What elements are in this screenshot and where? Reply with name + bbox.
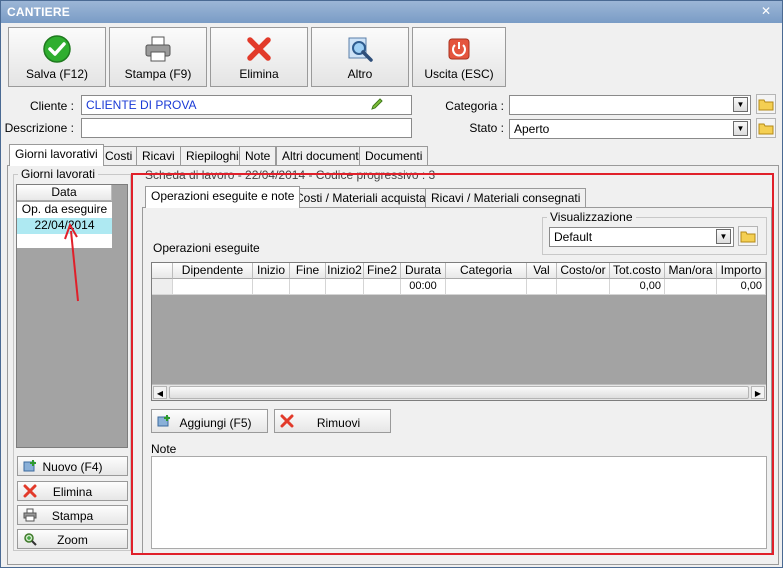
tab-documenti[interactable]: Documenti bbox=[359, 146, 429, 166]
tab-riepiloghi[interactable]: Riepiloghi bbox=[180, 146, 245, 166]
chevron-down-icon[interactable]: ▼ bbox=[733, 121, 748, 136]
new-day-label: Nuovo (F4) bbox=[42, 460, 103, 474]
other-label: Altro bbox=[347, 67, 373, 81]
stato-label: Stato : bbox=[469, 121, 504, 135]
delete-day-label: Elimina bbox=[52, 485, 93, 499]
giorni-lavorati-title: Giorni lavorati bbox=[18, 167, 99, 181]
other-button[interactable]: Altro bbox=[311, 27, 409, 87]
subtab-operazioni[interactable]: Operazioni eseguite e note bbox=[145, 186, 301, 208]
print-button[interactable]: Stampa (F9) bbox=[109, 27, 207, 87]
power-icon bbox=[448, 38, 470, 60]
stato-value: Aperto bbox=[514, 122, 550, 136]
exit-button[interactable]: Uscita (ESC) bbox=[412, 27, 506, 87]
window-title: CANTIERE bbox=[7, 5, 70, 19]
cantiere-window: CANTIERE ✕ Salva (F12) Stampa (F9) Elimi… bbox=[0, 0, 783, 568]
days-grid-header[interactable]: Data bbox=[17, 185, 112, 201]
stato-combo[interactable]: Aperto bbox=[509, 119, 751, 139]
delete-label: Elimina bbox=[239, 67, 279, 81]
chevron-down-icon[interactable]: ▼ bbox=[733, 97, 748, 112]
print-day-button[interactable]: Stampa bbox=[17, 505, 128, 525]
folder-icon bbox=[758, 99, 774, 111]
cliente-label: Cliente : bbox=[29, 99, 74, 113]
tab-ricavi[interactable]: Ricavi bbox=[136, 146, 181, 166]
tab-note[interactable]: Note bbox=[239, 146, 277, 166]
delete-x-icon bbox=[247, 37, 271, 61]
save-button[interactable]: Salva (F12) bbox=[8, 27, 106, 87]
zoom-day-button[interactable]: Zoom bbox=[17, 529, 128, 549]
annotation-arrow bbox=[64, 223, 79, 302]
save-label: Salva (F12) bbox=[25, 67, 89, 81]
new-day-button[interactable]: Nuovo (F4) bbox=[17, 456, 128, 476]
descrizione-field[interactable] bbox=[81, 118, 412, 138]
delete-button[interactable]: Elimina bbox=[210, 27, 308, 87]
print-day-label: Stampa bbox=[51, 509, 94, 523]
tab-altri-documenti[interactable]: Altri documenti bbox=[276, 146, 368, 166]
close-icon[interactable]: ✕ bbox=[756, 4, 776, 19]
zoom-day-label: Zoom bbox=[57, 533, 88, 547]
days-row[interactable]: Op. da eseguire bbox=[17, 202, 112, 218]
title-bar[interactable]: CANTIERE ✕ bbox=[1, 1, 782, 23]
cliente-value: CLIENTE DI PROVA bbox=[86, 98, 197, 112]
highlight-frame bbox=[131, 173, 774, 555]
cliente-field[interactable]: CLIENTE DI PROVA bbox=[81, 95, 412, 115]
stato-folder-button[interactable] bbox=[756, 118, 776, 138]
categoria-folder-button[interactable] bbox=[756, 94, 776, 114]
printer-icon bbox=[145, 36, 171, 62]
descrizione-label: Descrizione : bbox=[4, 121, 74, 135]
exit-label: Uscita (ESC) bbox=[424, 67, 494, 81]
print-label: Stampa (F9) bbox=[124, 67, 192, 81]
tab-costi[interactable]: Costi bbox=[99, 146, 139, 166]
pencil-icon[interactable] bbox=[370, 97, 384, 111]
categoria-combo[interactable] bbox=[509, 95, 751, 115]
delete-day-button[interactable]: Elimina bbox=[17, 481, 128, 501]
categoria-label: Categoria : bbox=[445, 99, 504, 113]
window-content: Salva (F12) Stampa (F9) Elimina Altro Us… bbox=[2, 23, 781, 567]
tab-giorni-lavorativi[interactable]: Giorni lavorativi bbox=[9, 144, 104, 166]
magnifier-icon bbox=[348, 37, 373, 62]
folder-icon bbox=[758, 123, 774, 135]
check-icon bbox=[43, 35, 71, 63]
